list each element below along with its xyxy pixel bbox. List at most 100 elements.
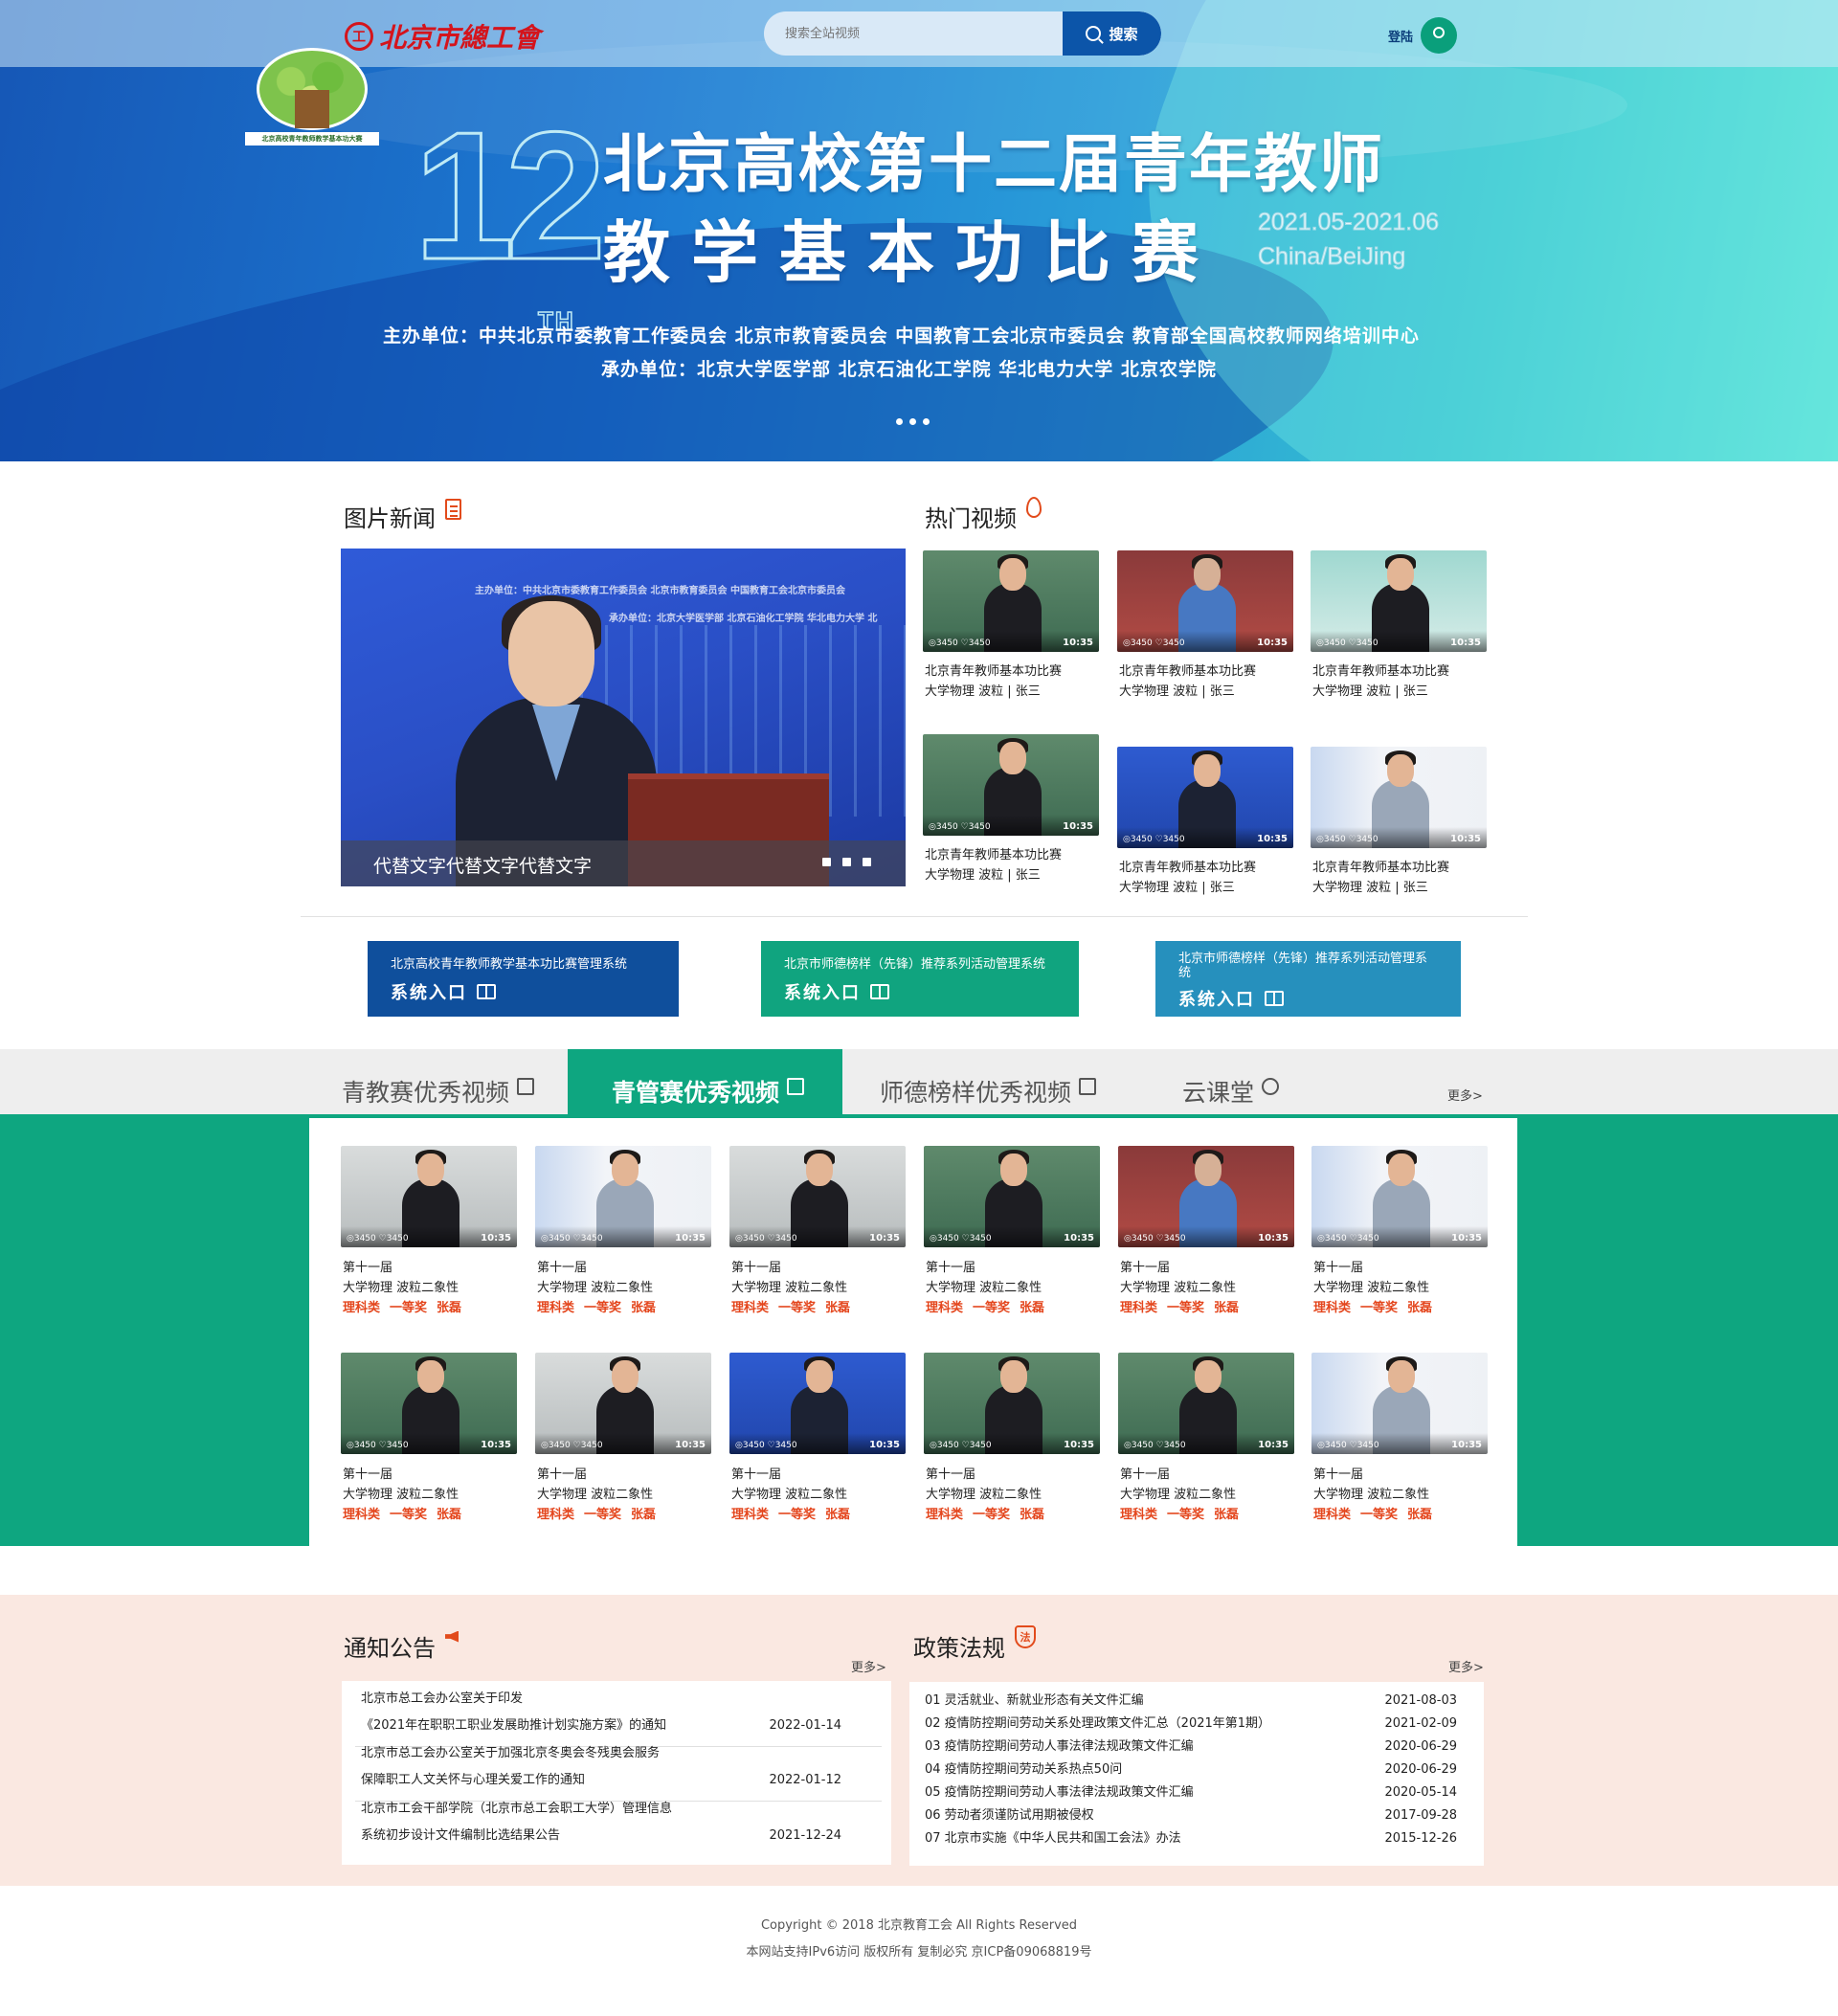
video-course: 大学物理 波粒二象性 bbox=[1120, 1488, 1237, 1502]
list-item[interactable]: 04 疫情防控期间劳动关系热点50问 2020-06-29 bbox=[925, 1758, 1480, 1781]
list-item[interactable]: 06 劳动者须谨防试用期被侵权 2017-09-28 bbox=[925, 1804, 1480, 1827]
video-thumbnail[interactable]: ◎3450 ♡3450 10:35 bbox=[729, 1146, 906, 1247]
view-like-count: ◎3450 ♡3450 bbox=[1316, 638, 1378, 648]
notice-date: 2021-12-24 bbox=[769, 1828, 841, 1843]
fire-icon bbox=[1026, 496, 1042, 518]
tab-cloud-classroom[interactable]: 云课堂 bbox=[1182, 1049, 1280, 1114]
list-item[interactable]: 01 灵活就业、新就业形态有关文件汇编 2021-08-03 bbox=[925, 1690, 1480, 1713]
video-thumbnail[interactable]: ◎3450 ♡3450 10:35 bbox=[1311, 1353, 1488, 1454]
video-caption[interactable]: 第十一届 大学物理 波粒二象性 理科类 一等奖 张磊 bbox=[1120, 1465, 1239, 1525]
video-thumbnail[interactable]: ◎3450 ♡3450 10:35 bbox=[729, 1353, 906, 1454]
carousel-dot[interactable] bbox=[909, 418, 916, 425]
search-input[interactable] bbox=[764, 11, 1063, 56]
carousel-dot[interactable] bbox=[822, 858, 831, 866]
video-caption[interactable]: 第十一届 大学物理 波粒二象性 理科类 一等奖 张磊 bbox=[926, 1258, 1044, 1318]
more-policies-link[interactable]: 更多> bbox=[1448, 1657, 1484, 1675]
list-item[interactable]: 05 疫情防控期间劳动人事法律法规政策文件汇编 2020-05-14 bbox=[925, 1781, 1480, 1804]
video-caption[interactable]: 北京青年教师基本功比赛 大学物理 波粒 | 张三 bbox=[925, 661, 1062, 702]
video-caption[interactable]: 北京青年教师基本功比赛 大学物理 波粒 | 张三 bbox=[1119, 858, 1256, 898]
video-thumbnail[interactable]: ◎3450 ♡3450 10:35 bbox=[923, 734, 1099, 836]
view-count: 3450 bbox=[1131, 1441, 1154, 1450]
thumb-up-icon: ♡ bbox=[375, 1234, 387, 1243]
like-count: 3450 bbox=[1356, 1441, 1379, 1450]
photo-caption[interactable]: 代替文字代替文字代替文字 bbox=[373, 852, 592, 878]
policy-title: 05 疫情防控期间劳动人事法律法规政策文件汇编 bbox=[925, 1785, 1194, 1800]
system-entry-ethics[interactable]: 北京市师德榜样（先锋）推荐系列活动管理系统 系统入口 bbox=[761, 941, 1079, 1017]
video-caption[interactable]: 第十一届 大学物理 波粒二象性 理科类 一等奖 张磊 bbox=[343, 1258, 461, 1318]
video-thumbnail[interactable]: ◎3450 ♡3450 10:35 bbox=[924, 1353, 1100, 1454]
policy-date: 2017-09-28 bbox=[1384, 1808, 1457, 1823]
video-edition: 第十一届 bbox=[537, 1261, 588, 1275]
policy-date: 2020-06-29 bbox=[1384, 1739, 1457, 1754]
video-thumbnail[interactable]: ◎3450 ♡3450 10:35 bbox=[1311, 747, 1487, 848]
list-item[interactable]: 北京市总工会办公室关于加强北京冬奥会冬残奥会服务 保障职工人文关怀与心理关爱工作… bbox=[361, 1740, 878, 1794]
thumb-up-icon: ♡ bbox=[764, 1441, 775, 1450]
photo-news-carousel[interactable]: 主办单位：中共北京市委教育工作委员会 北京市教育委员会 中国教育工会北京市委员会… bbox=[341, 549, 906, 886]
login-link[interactable]: 登陆 bbox=[1388, 17, 1458, 54]
video-thumbnail[interactable]: ◎3450 ♡3450 10:35 bbox=[535, 1353, 711, 1454]
like-count: 3450 bbox=[386, 1234, 409, 1243]
video-thumbnail[interactable]: ◎3450 ♡3450 10:35 bbox=[1118, 1146, 1294, 1247]
hero-banner[interactable]: 工 北京市總工會 搜索 登陆 北京高校青年教师教学基本功大赛 12 TH 北京高… bbox=[0, 0, 1838, 461]
more-videos-link[interactable]: 更多> bbox=[1447, 1086, 1483, 1104]
video-caption[interactable]: 第十一届 大学物理 波粒二象性 理科类 一等奖 张磊 bbox=[731, 1258, 850, 1318]
video-caption[interactable]: 第十一届 大学物理 波粒二象性 理科类 一等奖 张磊 bbox=[1313, 1258, 1432, 1318]
video-caption[interactable]: 北京青年教师基本功比赛 大学物理 波粒 | 张三 bbox=[925, 845, 1062, 885]
video-caption[interactable]: 北京青年教师基本功比赛 大学物理 波粒 | 张三 bbox=[1312, 858, 1449, 898]
carousel-dot[interactable] bbox=[863, 858, 871, 866]
carousel-dot[interactable] bbox=[842, 858, 851, 866]
list-item[interactable]: 07 北京市实施《中华人民共和国工会法》办法 2015-12-26 bbox=[925, 1827, 1480, 1850]
carousel-dot[interactable] bbox=[923, 418, 930, 425]
tab-ethics-videos[interactable]: 师德榜样优秀视频 bbox=[880, 1049, 1097, 1114]
tab-management-videos[interactable]: 青管赛优秀视频 bbox=[568, 1049, 843, 1114]
video-caption[interactable]: 北京青年教师基本功比赛 大学物理 波粒 | 张三 bbox=[1312, 661, 1449, 702]
video-caption[interactable]: 第十一届 大学物理 波粒二象性 理科类 一等奖 张磊 bbox=[537, 1465, 656, 1525]
video-caption[interactable]: 第十一届 大学物理 波粒二象性 理科类 一等奖 张磊 bbox=[1313, 1465, 1432, 1525]
thumb-up-icon: ♡ bbox=[1345, 638, 1356, 648]
video-thumbnail[interactable]: ◎3450 ♡3450 10:35 bbox=[1311, 1146, 1488, 1247]
video-thumbnail[interactable]: ◎3450 ♡3450 10:35 bbox=[1311, 550, 1487, 652]
law-shield-icon: 法 bbox=[1015, 1624, 1036, 1648]
thumb-up-icon: ♡ bbox=[570, 1441, 581, 1450]
tab-competition-videos[interactable]: 青教赛优秀视频 bbox=[342, 1049, 535, 1114]
book-icon bbox=[517, 1078, 535, 1095]
list-item[interactable]: 北京市工会干部学院（北京市总工会职工大学）管理信息 系统初步设计文件编制比选结果… bbox=[361, 1796, 878, 1849]
more-notices-link[interactable]: 更多> bbox=[851, 1657, 886, 1675]
system-entry-pioneer[interactable]: 北京市师德榜样（先锋）推荐系列活动管理系统 系统入口 bbox=[1155, 941, 1461, 1017]
view-like-count: ◎3450 ♡3450 bbox=[735, 1234, 797, 1243]
like-count: 3450 bbox=[1356, 1234, 1379, 1243]
search-button[interactable]: 搜索 bbox=[1063, 11, 1161, 56]
video-caption[interactable]: 第十一届 大学物理 波粒二象性 理科类 一等奖 张磊 bbox=[343, 1465, 461, 1525]
video-thumbnail[interactable]: ◎3450 ♡3450 10:35 bbox=[341, 1353, 517, 1454]
video-caption[interactable]: 第十一届 大学物理 波粒二象性 理科类 一等奖 张磊 bbox=[731, 1465, 850, 1525]
video-thumbnail[interactable]: ◎3450 ♡3450 10:35 bbox=[923, 550, 1099, 652]
video-thumbnail[interactable]: ◎3450 ♡3450 10:35 bbox=[1117, 550, 1293, 652]
video-caption[interactable]: 第十一届 大学物理 波粒二象性 理科类 一等奖 张磊 bbox=[537, 1258, 656, 1318]
video-edition: 第十一届 bbox=[537, 1467, 588, 1482]
video-course: 大学物理 波粒二象性 bbox=[537, 1281, 654, 1295]
video-thumbnail[interactable]: ◎3450 ♡3450 10:35 bbox=[924, 1146, 1100, 1247]
view-like-count: ◎3450 ♡3450 bbox=[1316, 835, 1378, 844]
video-subtitle: 大学物理 波粒 | 张三 bbox=[925, 684, 1041, 699]
system-entry-competition[interactable]: 北京高校青年教师教学基本功比赛管理系统 系统入口 bbox=[368, 941, 679, 1017]
video-duration: 10:35 bbox=[1064, 1233, 1094, 1243]
video-duration: 10:35 bbox=[1451, 1233, 1482, 1243]
video-edition: 第十一届 bbox=[343, 1467, 393, 1482]
video-caption[interactable]: 第十一届 大学物理 波粒二象性 理科类 一等奖 张磊 bbox=[926, 1465, 1044, 1525]
carousel-dot[interactable] bbox=[896, 418, 903, 425]
view-count: 3450 bbox=[1323, 638, 1346, 648]
video-thumbnail[interactable]: ◎3450 ♡3450 10:35 bbox=[1117, 747, 1293, 848]
video-caption[interactable]: 第十一届 大学物理 波粒二象性 理科类 一等奖 张磊 bbox=[1120, 1258, 1239, 1318]
video-tags: 理科类 一等奖 张磊 bbox=[926, 1298, 1044, 1318]
video-caption[interactable]: 北京青年教师基本功比赛 大学物理 波粒 | 张三 bbox=[1119, 661, 1256, 702]
view-count: 3450 bbox=[936, 1441, 959, 1450]
video-thumbnail[interactable]: ◎3450 ♡3450 10:35 bbox=[535, 1146, 711, 1247]
list-item[interactable]: 北京市总工会办公室关于印发 《2021年在职职工职业发展助推计划实施方案》的通知… bbox=[361, 1686, 878, 1739]
video-teacher: 张磊 bbox=[1020, 1301, 1045, 1315]
video-category: 理科类 bbox=[1313, 1508, 1352, 1522]
list-item[interactable]: 03 疫情防控期间劳动人事法律法规政策文件汇编 2020-06-29 bbox=[925, 1736, 1480, 1758]
list-item[interactable]: 02 疫情防控期间劳动关系处理政策文件汇总（2021年第1期） 2021-02-0… bbox=[925, 1713, 1480, 1736]
user-icon[interactable] bbox=[1421, 17, 1458, 54]
video-thumbnail[interactable]: ◎3450 ♡3450 10:35 bbox=[1118, 1353, 1294, 1454]
video-thumbnail[interactable]: ◎3450 ♡3450 10:35 bbox=[341, 1146, 517, 1247]
